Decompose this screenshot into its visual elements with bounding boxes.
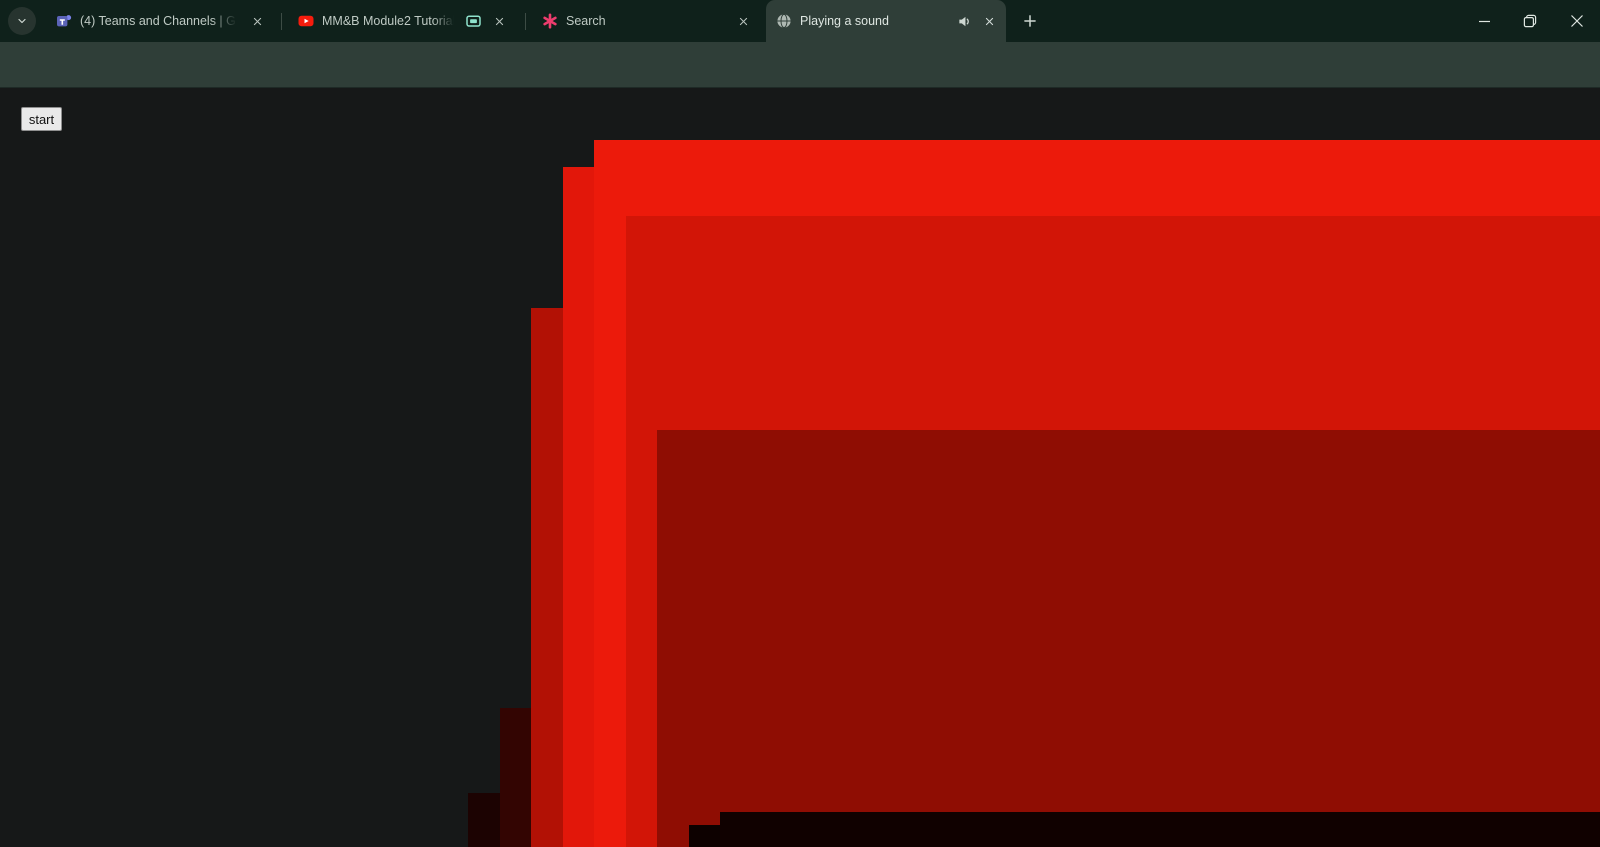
start-button[interactable]: start [21,107,62,131]
browser-window: (4) Teams and Channels | Gener MM&B Modu… [0,0,1600,847]
audio-visualizer [0,0,1600,847]
visualizer-bar [657,430,1600,847]
visualizer-bar [720,812,1600,847]
page-content: start [0,88,1600,847]
